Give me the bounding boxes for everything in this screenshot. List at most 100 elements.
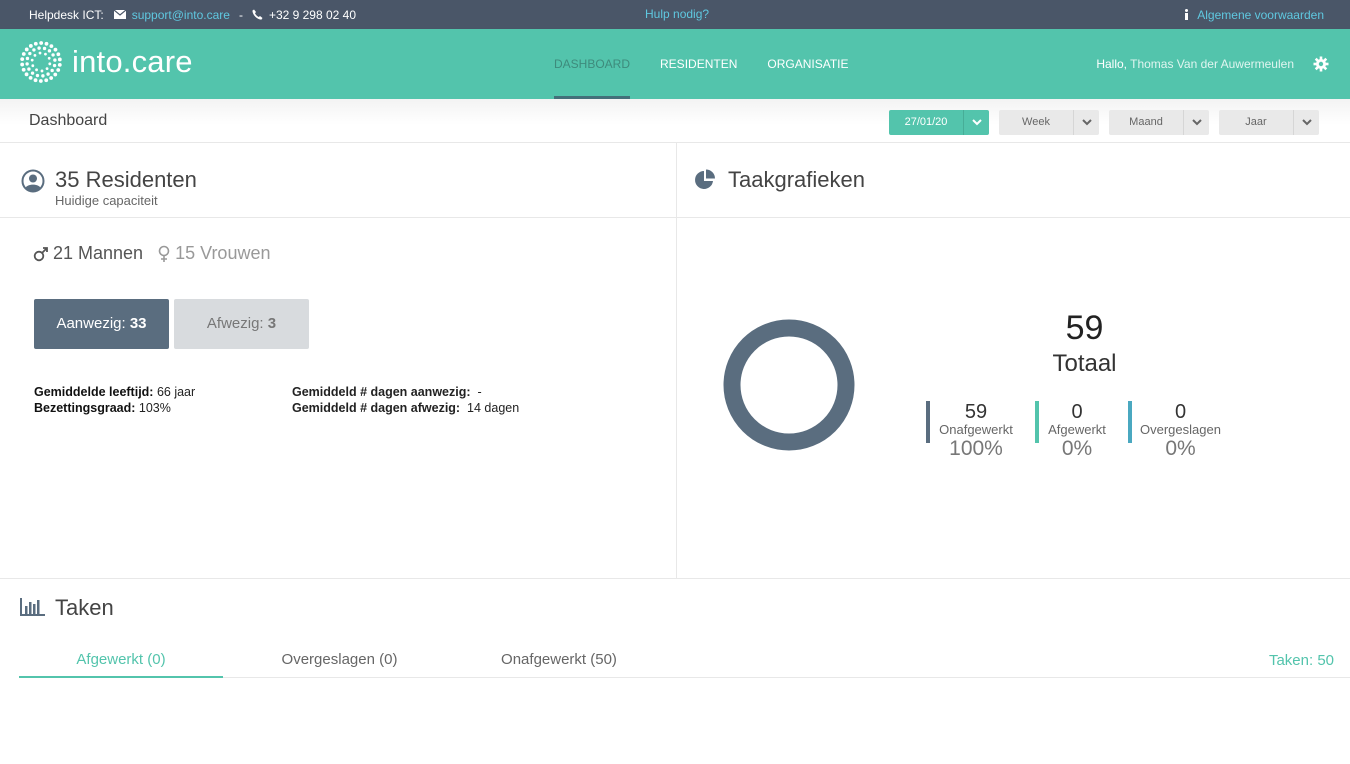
nav-residenten[interactable]: RESIDENTEN	[660, 29, 737, 99]
logo-dot	[21, 67, 26, 72]
logo-burst-icon	[18, 39, 64, 85]
donut-ring	[723, 319, 855, 451]
logo-dot	[38, 51, 42, 55]
main-header: into.care DASHBOARD RESIDENTEN ORGANISAT…	[0, 29, 1350, 99]
logo-dot	[49, 76, 54, 80]
avg-days-absent-value: 14 dagen	[467, 401, 520, 415]
logo[interactable]: into.care	[18, 39, 193, 85]
metric-percent: 100%	[949, 437, 1003, 460]
main-nav: DASHBOARD RESIDENTEN ORGANISATIE	[554, 29, 878, 99]
task-charts-title: Taakgrafieken	[728, 167, 865, 192]
absent-value: 3	[267, 315, 277, 332]
metric-percent: 0%	[1061, 437, 1093, 460]
avg-days-present-value: -	[477, 385, 482, 399]
resident-stats-left: Gemiddelde leeftijd: 66 jaar Bezettingsg…	[34, 384, 195, 416]
year-select[interactable]: Jaar	[1219, 110, 1319, 135]
metric-value: 0	[1174, 401, 1187, 423]
page-title: Dashboard	[29, 111, 108, 129]
logo-dot	[42, 46, 47, 51]
separator: -	[238, 7, 243, 22]
subheader: Dashboard 27/01/20 Week Maand Jaar	[0, 99, 1350, 143]
logo-dot	[46, 72, 50, 76]
date-select[interactable]: 27/01/20	[889, 110, 989, 135]
metric-value: 59	[964, 401, 988, 423]
bar-chart-icon	[20, 598, 46, 621]
week-select[interactable]: Week	[999, 110, 1099, 135]
nav-dashboard[interactable]: DASHBOARD	[554, 29, 631, 99]
gear-icon[interactable]	[1313, 56, 1329, 77]
gender-counts: 21 Mannen 15 Vrouwen	[33, 243, 270, 264]
date-select-value: 27/01/20	[904, 116, 948, 128]
logo-dot	[52, 63, 57, 68]
info-icon	[1184, 9, 1189, 20]
logo-dot	[53, 72, 58, 77]
residents-title: 35 Residenten	[55, 167, 197, 192]
logo-dot	[35, 68, 38, 72]
logo-dot	[35, 73, 40, 78]
avg-days-absent-row: Gemiddeld # dagen afwezig: 14 dagen	[292, 400, 519, 416]
logo-dot	[30, 58, 34, 62]
logo-dot	[24, 47, 29, 52]
year-select-value: Jaar	[1245, 116, 1267, 128]
metric-overgeslagen: 0 Overgeslagen 0%	[1128, 401, 1233, 462]
tasks-tabs: Afgewerkt (0) Overgeslagen (0) Onafgewer…	[19, 651, 1350, 678]
logo-dot	[21, 52, 26, 56]
logo-dot	[25, 56, 30, 61]
logo-dot	[47, 49, 52, 53]
logo-dot	[41, 74, 45, 78]
logo-dot	[40, 69, 44, 73]
logo-dot	[50, 68, 54, 73]
tab-onafgewerkt[interactable]: Onafgewerkt (50)	[479, 651, 639, 678]
metric-bar	[1128, 401, 1132, 443]
top-bar: Helpdesk ICT: support@into.care - +32 9 …	[0, 0, 1350, 29]
avg-days-present-row: Gemiddeld # dagen aanwezig: -	[292, 384, 519, 400]
logo-dot	[45, 67, 49, 71]
logo-dot	[53, 47, 58, 52]
male-icon	[33, 246, 49, 262]
logo-dot	[28, 44, 33, 48]
user-name[interactable]: Thomas Van der Auwermeulen	[1130, 57, 1294, 71]
metric-afgewerkt: 0 Afgewerkt 0%	[1035, 401, 1119, 462]
helpdesk-label: Helpdesk ICT:	[29, 7, 104, 22]
logo-dot	[37, 46, 41, 50]
resident-stats-right: Gemiddeld # dagen aanwezig: - Gemiddeld …	[292, 384, 519, 416]
logo-dot	[33, 41, 38, 46]
support-email-link[interactable]: support@into.care	[132, 8, 230, 22]
tab-overgeslagen[interactable]: Overgeslagen (0)	[261, 651, 418, 678]
user-greeting: Hallo, Thomas Van der Auwermeulen	[1096, 29, 1294, 99]
period-filters: 27/01/20 Week Maand Jaar	[889, 110, 1319, 135]
residents-panel-header: 35 Residenten Huidige capaciteit	[0, 143, 676, 218]
present-button[interactable]: Aanwezig: 33	[34, 299, 169, 349]
logo-dot	[20, 62, 25, 67]
chevron-down-icon	[963, 110, 989, 135]
total-value: 59	[1065, 309, 1104, 347]
metric-label: Onafgewerkt	[939, 422, 1013, 437]
tasks-section: Taken Afgewerkt (0) Overgeslagen (0) Ona…	[0, 579, 1350, 764]
total-label: Totaal	[1052, 350, 1117, 377]
female-icon	[157, 245, 171, 263]
metric-value: 0	[1071, 401, 1083, 423]
logo-dot	[44, 52, 47, 56]
chevron-down-icon	[1183, 110, 1209, 135]
tasks-title: Taken	[55, 595, 114, 620]
mail-icon	[113, 10, 126, 19]
user-circle-icon	[21, 169, 45, 198]
logo-dot	[38, 79, 43, 83]
month-select[interactable]: Maand	[1109, 110, 1209, 135]
pie-chart-icon	[694, 169, 716, 196]
men-count: 21 Mannen	[53, 243, 144, 263]
tab-afgewerkt[interactable]: Afgewerkt (0)	[19, 651, 223, 678]
logo-dot	[47, 56, 51, 60]
logo-text: into.care	[72, 44, 193, 79]
phone-icon	[252, 9, 263, 20]
logo-dot	[48, 62, 52, 66]
task-charts-header: Taakgrafieken	[677, 143, 1350, 218]
help-link[interactable]: Hulp nodig?	[645, 0, 709, 29]
terms-link[interactable]: Algemene voorwaarden	[1197, 8, 1324, 22]
avg-age-value: 66 jaar	[156, 385, 196, 399]
nav-organisatie[interactable]: ORGANISATIE	[767, 29, 848, 99]
present-label: Aanwezig:	[56, 315, 126, 332]
logo-dot	[30, 71, 35, 75]
greeting-text: Hallo,	[1096, 57, 1127, 71]
absent-button[interactable]: Afwezig: 3	[174, 299, 309, 349]
